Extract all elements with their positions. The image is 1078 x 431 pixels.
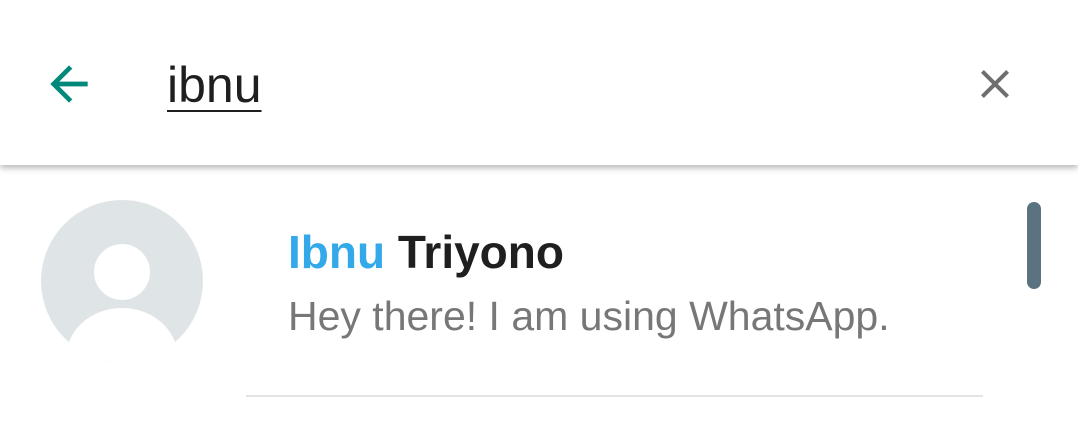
search-results-list: Ibnu Triyono Hey there! I am using Whats… xyxy=(0,165,1078,431)
search-toolbar xyxy=(0,0,1078,165)
scrollbar[interactable] xyxy=(1027,202,1041,289)
default-avatar-icon xyxy=(66,244,178,362)
contact-name: Ibnu Triyono xyxy=(288,225,564,279)
search-input[interactable] xyxy=(167,50,927,120)
close-icon xyxy=(981,70,1009,98)
back-button[interactable] xyxy=(30,45,108,123)
contact-status: Hey there! I am using WhatsApp. xyxy=(288,293,890,339)
contact-name-rest: Triyono xyxy=(385,226,564,278)
clear-search-button[interactable] xyxy=(956,45,1034,123)
contact-avatar[interactable] xyxy=(41,200,203,362)
contact-result-row[interactable]: Ibnu Triyono Hey there! I am using Whats… xyxy=(0,165,1078,397)
row-divider xyxy=(246,395,983,397)
contact-name-match: Ibnu xyxy=(288,226,386,278)
arrow-left-icon xyxy=(50,65,88,103)
